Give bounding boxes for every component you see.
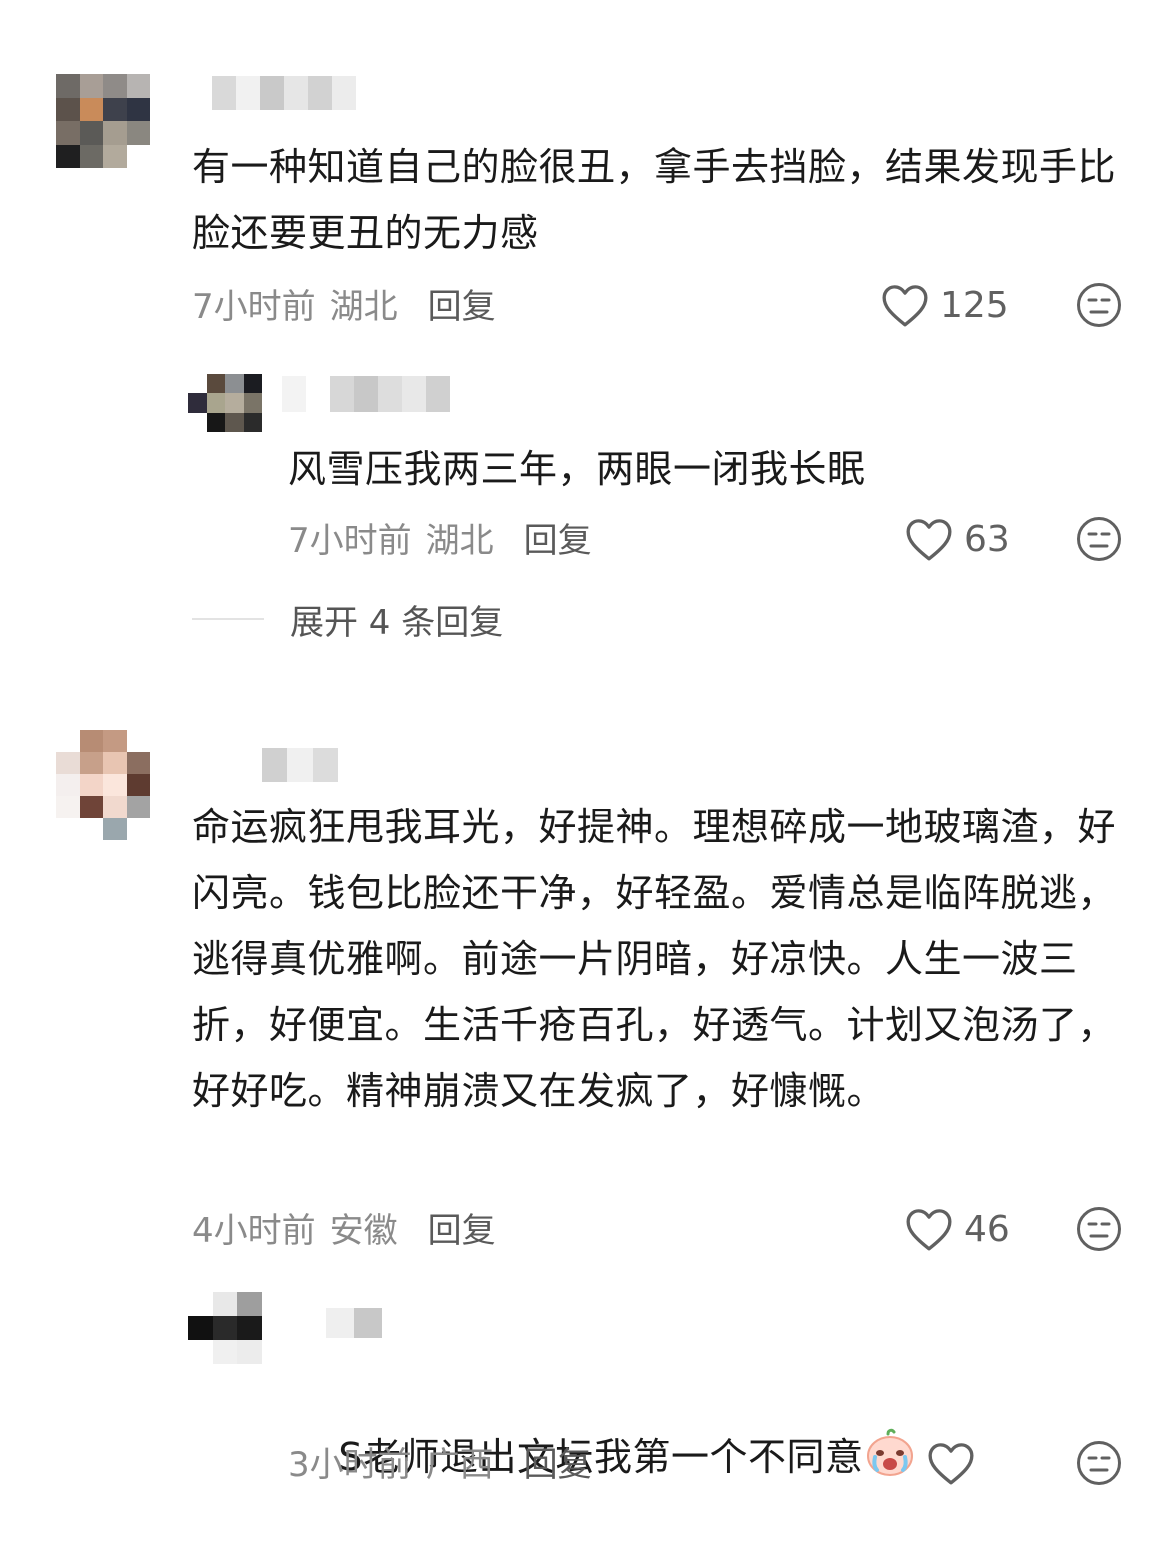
heart-outline-icon [906, 1209, 952, 1251]
like-button[interactable] [926, 1438, 986, 1488]
comment-text: 有一种知道自己的脸很丑，拿手去挡脸，结果发现手比脸还要更丑的无力感 [192, 145, 1117, 255]
username-blurred[interactable] [188, 76, 356, 110]
crying-face-emoji [867, 1428, 914, 1476]
heart-outline-icon [928, 1443, 974, 1485]
like-count: 63 [964, 518, 1010, 560]
comment-location: 安徽 [329, 1210, 398, 1251]
reply-location: 湖北 [425, 520, 494, 561]
expand-replies-label: 展开 4 条回复 [290, 602, 504, 643]
reply-time: 3小时前 [288, 1444, 412, 1485]
reply-meta: 3小时前 广西 回复 [288, 1437, 592, 1486]
reply-meta: 7小时前 湖北 回复 [288, 513, 592, 562]
avatar[interactable] [188, 374, 262, 432]
comment-meta: 4小时前 安徽 回复 [192, 1203, 496, 1252]
comment-time: 7小时前 [192, 286, 316, 327]
comment-text: 命运疯狂甩我耳光，好提神。理想碎成一地玻璃渣，好闪亮。钱包比脸还干净，好轻盈。爱… [192, 805, 1117, 1113]
comment-time: 4小时前 [192, 1210, 316, 1251]
like-button[interactable]: 46 [904, 1204, 1010, 1254]
like-button[interactable]: 63 [904, 514, 1010, 564]
neutral-face-icon[interactable] [1076, 1440, 1122, 1486]
username-blurred[interactable] [326, 1308, 382, 1338]
username-blurred[interactable] [282, 376, 450, 412]
avatar[interactable] [56, 74, 150, 168]
username-blurred[interactable] [236, 748, 338, 782]
expand-replies[interactable]: 展开 4 条回复 [192, 596, 504, 643]
like-button[interactable]: 125 [880, 280, 1009, 330]
reply-button[interactable]: 回复 [524, 1437, 592, 1486]
like-count: 125 [940, 284, 1009, 326]
like-count: 46 [964, 1208, 1010, 1250]
neutral-face-icon[interactable] [1076, 1206, 1122, 1252]
reply-button[interactable]: 回复 [428, 279, 496, 328]
neutral-face-icon[interactable] [1076, 516, 1122, 562]
reply-button[interactable]: 回复 [524, 513, 592, 562]
neutral-face-icon[interactable] [1076, 282, 1122, 328]
reply-time: 7小时前 [288, 520, 412, 561]
heart-outline-icon [906, 519, 952, 561]
reply-location: 广西 [425, 1444, 494, 1485]
avatar[interactable] [56, 730, 150, 840]
heart-outline-icon [882, 285, 928, 327]
reply-text: 风雪压我两三年，两眼一闭我长眠 [288, 447, 866, 491]
reply-button[interactable]: 回复 [428, 1203, 496, 1252]
comment-location: 湖北 [329, 286, 398, 327]
divider [192, 618, 264, 620]
avatar[interactable] [188, 1292, 262, 1364]
comment-meta: 7小时前 湖北 回复 [192, 279, 496, 328]
